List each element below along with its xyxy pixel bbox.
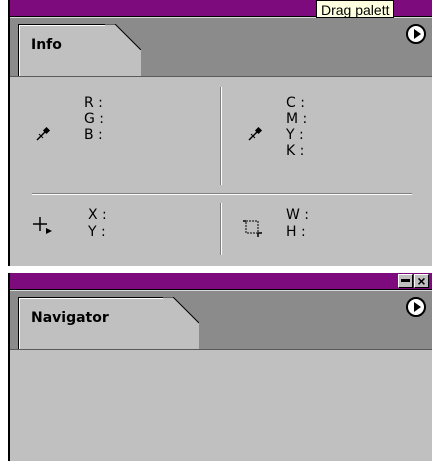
label-g: G : <box>84 111 105 127</box>
tab-info[interactable]: Info <box>18 24 106 76</box>
tab-navigator[interactable]: Navigator <box>18 297 164 349</box>
label-w: W : <box>286 207 310 223</box>
label-r: R : <box>84 95 103 111</box>
info-palette: Info R : G : B : C : M : Y : K : X: Y:… <box>8 0 432 266</box>
label-m: M : <box>286 111 308 127</box>
tab-info-label: Info <box>31 37 62 53</box>
tab-navigator-label: Navigator <box>31 310 109 326</box>
selection-size-icon <box>243 220 262 237</box>
label-x: X : <box>88 207 107 223</box>
navigator-titlebar[interactable]: × <box>10 273 432 290</box>
crosshair-icon <box>33 217 52 234</box>
tab-info-slope <box>105 24 141 76</box>
eyedropper-icon <box>248 126 263 141</box>
tab-navigator-slope <box>163 297 199 349</box>
close-icon: × <box>417 273 426 289</box>
navigator-palette: × Navigator <box>8 273 432 461</box>
close-button[interactable]: × <box>414 273 429 289</box>
navigator-palette-menu-button[interactable] <box>406 297 426 317</box>
minimize-button[interactable] <box>398 274 413 288</box>
vertical-divider <box>220 87 222 185</box>
horizontal-divider <box>32 193 412 195</box>
label-c: C : <box>286 95 305 111</box>
info-readouts: R : G : B : C : M : Y : K : X : Y : W: … <box>10 75 432 266</box>
navigator-tabstrip: Navigator <box>10 290 432 350</box>
label-b: B : <box>84 127 103 143</box>
navigator-preview-area[interactable] <box>10 348 432 461</box>
info-palette-menu-button[interactable] <box>406 24 426 44</box>
label-h: H : <box>286 224 306 240</box>
label-k: K : <box>286 143 305 159</box>
eyedropper-icon <box>36 126 51 141</box>
info-tabstrip: Info <box>10 17 432 77</box>
label-y-coord: Y : <box>88 224 106 240</box>
label-y: Y : <box>286 127 304 143</box>
vertical-divider <box>220 203 222 255</box>
tooltip: Drag palett <box>316 0 395 18</box>
